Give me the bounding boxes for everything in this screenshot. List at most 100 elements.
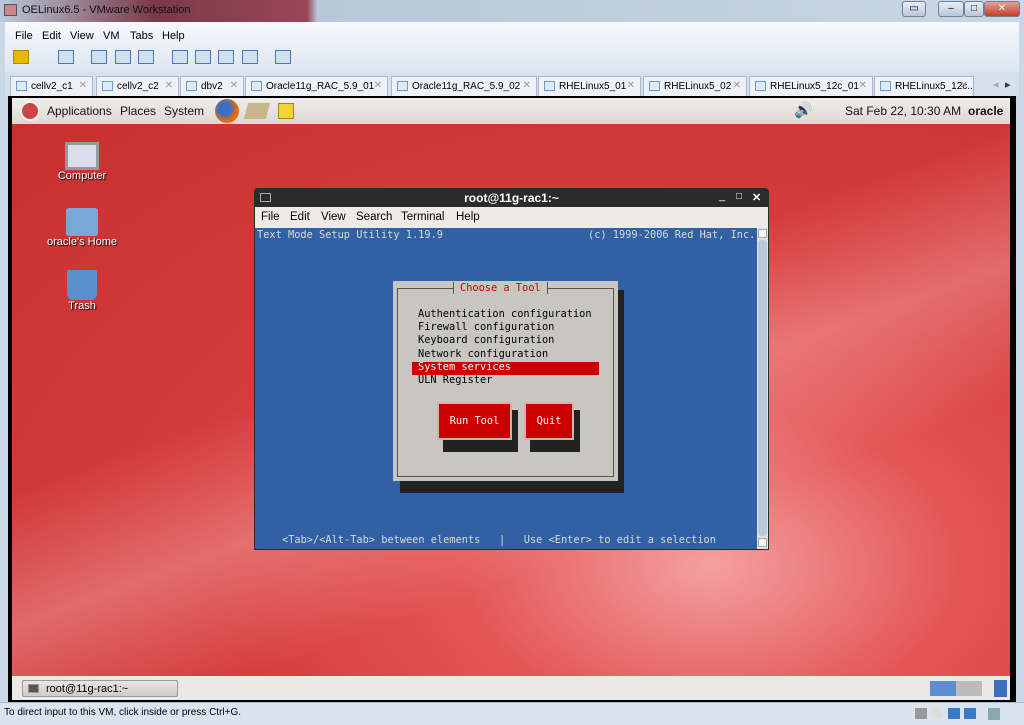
user-name[interactable]: oracle <box>968 104 1003 118</box>
close-icon[interactable]: ✕ <box>752 191 761 204</box>
terminal-menu-terminal[interactable]: Terminal <box>401 211 444 223</box>
setup-utility-header: Text Mode Setup Utility 1.19.9 <box>257 229 443 241</box>
notes-icon[interactable] <box>278 103 294 119</box>
snapshot-icon[interactable] <box>91 50 107 64</box>
tool-item-firewall[interactable]: Firewall configuration <box>418 321 554 333</box>
close-tab-icon[interactable]: ✕ <box>230 80 238 91</box>
scroll-down-icon[interactable] <box>758 538 767 547</box>
maximize-icon[interactable]: □ <box>736 191 742 202</box>
tool-item-system-services[interactable]: System services <box>418 361 511 373</box>
tab-scroll-right-icon[interactable]: ▸ <box>1005 78 1011 91</box>
close-tab-icon[interactable]: ✕ <box>79 80 87 91</box>
message-log-icon[interactable] <box>988 708 1000 720</box>
vm-icon <box>186 81 197 91</box>
terminal-icon <box>28 684 39 693</box>
network-icon-2[interactable] <box>964 708 976 719</box>
tool-item-network[interactable]: Network configuration <box>418 348 548 360</box>
fullscreen-icon[interactable] <box>218 50 234 64</box>
menu-tabs[interactable]: Tabs <box>130 30 153 42</box>
tab-rhelinux5-01[interactable]: RHELinux5_01 ✕ <box>538 76 641 96</box>
tab-label: RHELinux5_02 <box>664 81 732 92</box>
maximize-button[interactable]: □ <box>964 1 984 17</box>
desktop-icon-home[interactable]: oracle's Home <box>42 208 122 248</box>
tool-item-uln-register[interactable]: ULN Register <box>418 374 492 386</box>
vm-icon <box>755 81 766 91</box>
terminal-menu-edit[interactable]: Edit <box>290 211 310 223</box>
window-title: OELinux6.5 - VMware Workstation <box>22 4 191 16</box>
tab-dbv2[interactable]: dbv2 ✕ <box>180 76 244 96</box>
tool-item-keyboard[interactable]: Keyboard configuration <box>418 334 554 346</box>
tab-oracle11g-rac-02[interactable]: Oracle11g_RAC_5.9_02 ✕ <box>391 76 537 96</box>
send-keys-icon[interactable] <box>58 50 74 64</box>
network-icon[interactable] <box>948 708 960 719</box>
tab-label: Oracle11g_RAC_5.9_01 <box>266 81 375 92</box>
vmware-icon <box>4 4 17 16</box>
sidebar-icon[interactable] <box>172 50 188 64</box>
close-tab-icon[interactable]: ✕ <box>523 80 531 91</box>
quit-button[interactable]: Quit <box>524 402 574 440</box>
places-menu[interactable]: Places <box>120 104 156 118</box>
firefox-icon[interactable] <box>215 99 239 123</box>
thumbnail-icon[interactable] <box>195 50 211 64</box>
snapshot-manager-icon[interactable] <box>138 50 154 64</box>
minimize-icon[interactable]: _ <box>719 190 725 202</box>
scroll-up-icon[interactable] <box>758 229 767 238</box>
scrollbar-thumb[interactable] <box>758 240 767 536</box>
menu-vm[interactable]: VM <box>103 30 120 42</box>
terminal-scrollbar[interactable] <box>757 228 768 549</box>
tool-item-authentication[interactable]: Authentication configuration <box>418 308 592 320</box>
terminal-menu-help[interactable]: Help <box>456 211 480 223</box>
trash-applet-icon[interactable] <box>994 680 1007 697</box>
mail-icon[interactable] <box>243 103 271 119</box>
revert-snapshot-icon[interactable] <box>115 50 131 64</box>
tab-rhelinux5-12c-01[interactable]: RHELinux5_12c_01 ✕ <box>749 76 873 96</box>
tab-rhelinux5-02[interactable]: RHELinux5_02 ✕ <box>643 76 747 96</box>
power-icon[interactable] <box>13 50 29 64</box>
close-tab-icon[interactable]: ✕ <box>627 80 635 91</box>
desktop-icon-computer[interactable]: Computer <box>42 142 122 182</box>
unity-icon[interactable] <box>242 50 258 64</box>
vm-icon <box>649 81 660 91</box>
terminal-menu-file[interactable]: File <box>261 211 280 223</box>
close-tab-icon[interactable]: ✕ <box>960 80 968 91</box>
workspace-2[interactable] <box>956 681 982 696</box>
system-menu[interactable]: System <box>164 104 204 118</box>
menu-edit[interactable]: Edit <box>42 30 61 42</box>
tab-label: RHELinux5_12c_01 <box>770 81 859 92</box>
vm-icon <box>251 81 262 91</box>
volume-icon[interactable]: 🔊 <box>794 101 813 119</box>
desktop-icon-trash[interactable]: Trash <box>42 270 122 312</box>
menu-view[interactable]: View <box>70 30 94 42</box>
close-tab-icon[interactable]: ✕ <box>859 80 867 91</box>
workspace-1[interactable] <box>930 681 956 696</box>
tab-cellv2-c1[interactable]: cellv2_c1 ✕ <box>10 76 93 96</box>
close-tab-icon[interactable]: ✕ <box>733 80 741 91</box>
title-bar: OELinux6.5 - VMware Workstation ▭ – □ ✕ <box>0 0 1024 22</box>
menu-file[interactable]: File <box>15 30 33 42</box>
tab-label: cellv2_c1 <box>31 81 73 92</box>
terminal-menu-search[interactable]: Search <box>356 211 392 223</box>
hdd-icon[interactable] <box>915 708 927 719</box>
close-tab-icon[interactable]: ✕ <box>165 80 173 91</box>
fullscreen-button[interactable]: ▭ <box>902 1 926 17</box>
terminal-menu-view[interactable]: View <box>321 211 346 223</box>
cdrom-icon[interactable] <box>931 708 943 719</box>
vm-tab-bar: cellv2_c1 ✕ cellv2_c2 ✕ dbv2 ✕ Oracle11g_RA… <box>5 72 1019 96</box>
vm-icon <box>397 81 408 91</box>
clock[interactable]: Sat Feb 22, 10:30 AM <box>845 104 961 118</box>
desktop-icon-label: Computer <box>57 170 107 182</box>
close-tab-icon[interactable]: ✕ <box>374 80 382 91</box>
menu-bar: File Edit View VM Tabs Help <box>5 22 1019 72</box>
console-view-icon[interactable] <box>275 50 291 64</box>
menu-help[interactable]: Help <box>162 30 185 42</box>
applications-menu[interactable]: Applications <box>47 104 112 118</box>
tab-scroll-left-icon[interactable]: ◂ <box>993 78 999 91</box>
tab-cellv2-c2[interactable]: cellv2_c2 ✕ <box>96 76 179 96</box>
taskbar-terminal[interactable]: root@11g-rac1:~ <box>22 680 178 697</box>
dialog-title: Choose a Tool <box>453 282 548 294</box>
run-tool-button[interactable]: Run Tool <box>437 402 512 440</box>
tab-oracle11g-rac-01[interactable]: Oracle11g_RAC_5.9_01 ✕ <box>245 76 388 96</box>
tab-rhelinux5-12c[interactable]: RHELinux5_12c... ✕ <box>874 76 974 96</box>
close-button[interactable]: ✕ <box>984 1 1020 17</box>
minimize-button[interactable]: – <box>938 1 964 17</box>
